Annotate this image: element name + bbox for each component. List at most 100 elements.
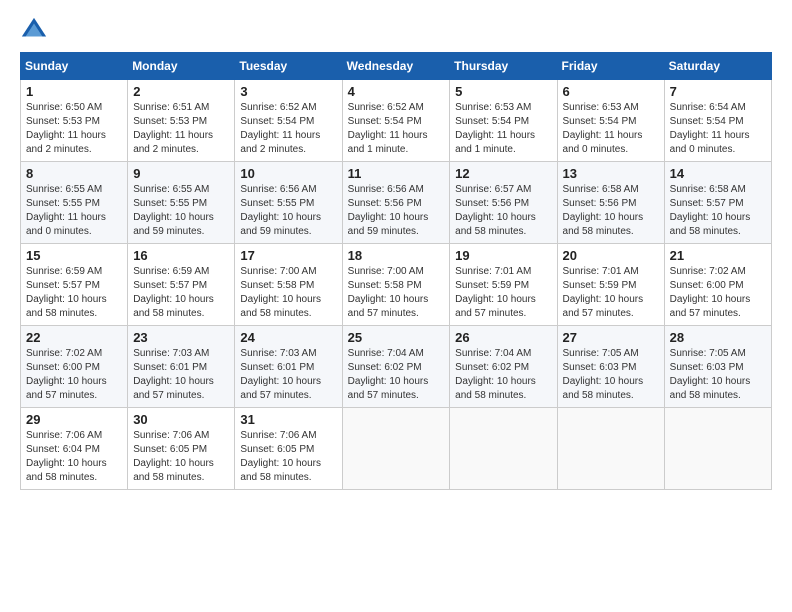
- calendar-day-cell: 31 Sunrise: 7:06 AM Sunset: 6:05 PM Dayli…: [235, 408, 342, 490]
- calendar-day-cell: 12 Sunrise: 6:57 AM Sunset: 5:56 PM Dayli…: [450, 162, 557, 244]
- day-number: 26: [455, 330, 551, 345]
- day-info: Sunrise: 6:58 AM Sunset: 5:57 PM Dayligh…: [670, 183, 766, 239]
- calendar-day-cell: 26Sunrise: 7:04 AM Sunset: 6:02 PM Dayli…: [450, 326, 557, 408]
- day-info: Sunrise: 7:01 AM Sunset: 5:59 PM Dayligh…: [455, 265, 551, 321]
- day-info: Sunrise: 7:06 AM Sunset: 6:05 PM Dayligh…: [133, 429, 229, 485]
- calendar-day-cell: 25 Sunrise: 7:04 AM Sunset: 6:02 PM Dayli…: [342, 326, 450, 408]
- day-info: Sunrise: 7:06 AM Sunset: 6:04 PM Dayligh…: [26, 429, 122, 485]
- day-number: 13: [563, 166, 659, 181]
- day-info: Sunrise: 7:05 AM Sunset: 6:03 PM Dayligh…: [670, 347, 766, 403]
- calendar-day-cell: 15 Sunrise: 6:59 AM Sunset: 5:57 PM Dayli…: [21, 244, 128, 326]
- calendar-day-cell: 2Sunrise: 6:51 AM Sunset: 5:53 PM Daylig…: [128, 80, 235, 162]
- calendar-day-cell: [450, 408, 557, 490]
- day-number: 5: [455, 84, 551, 99]
- calendar-day-cell: 8 Sunrise: 6:55 AM Sunset: 5:55 PM Daylig…: [21, 162, 128, 244]
- day-info: Sunrise: 6:53 AM Sunset: 5:54 PM Dayligh…: [455, 101, 551, 157]
- calendar-day-cell: 30 Sunrise: 7:06 AM Sunset: 6:05 PM Dayli…: [128, 408, 235, 490]
- day-info: Sunrise: 6:51 AM Sunset: 5:53 PM Dayligh…: [133, 101, 229, 157]
- day-info: Sunrise: 7:02 AM Sunset: 6:00 PM Dayligh…: [26, 347, 122, 403]
- day-number: 19: [455, 248, 551, 263]
- day-number: 14: [670, 166, 766, 181]
- day-number: 15: [26, 248, 122, 263]
- day-number: 12: [455, 166, 551, 181]
- day-info: Sunrise: 6:54 AM Sunset: 5:54 PM Dayligh…: [670, 101, 766, 157]
- calendar-day-cell: 13 Sunrise: 6:58 AM Sunset: 5:56 PM Dayli…: [557, 162, 664, 244]
- calendar-header-row: SundayMondayTuesdayWednesdayThursdayFrid…: [21, 53, 772, 80]
- day-number: 29: [26, 412, 122, 427]
- calendar-table: SundayMondayTuesdayWednesdayThursdayFrid…: [20, 52, 772, 490]
- calendar-day-cell: [557, 408, 664, 490]
- day-number: 17: [240, 248, 336, 263]
- calendar-day-cell: 1 Sunrise: 6:50 AM Sunset: 5:53 PM Daylig…: [21, 80, 128, 162]
- calendar-day-cell: 16Sunrise: 6:59 AM Sunset: 5:57 PM Dayli…: [128, 244, 235, 326]
- day-info: Sunrise: 6:50 AM Sunset: 5:53 PM Dayligh…: [26, 101, 122, 157]
- day-info: Sunrise: 7:05 AM Sunset: 6:03 PM Dayligh…: [563, 347, 659, 403]
- day-info: Sunrise: 7:00 AM Sunset: 5:58 PM Dayligh…: [240, 265, 336, 321]
- day-number: 22: [26, 330, 122, 345]
- day-number: 31: [240, 412, 336, 427]
- day-info: Sunrise: 6:55 AM Sunset: 5:55 PM Dayligh…: [133, 183, 229, 239]
- calendar-day-cell: 23 Sunrise: 7:03 AM Sunset: 6:01 PM Dayli…: [128, 326, 235, 408]
- day-info: Sunrise: 6:56 AM Sunset: 5:56 PM Dayligh…: [348, 183, 445, 239]
- day-info: Sunrise: 6:58 AM Sunset: 5:56 PM Dayligh…: [563, 183, 659, 239]
- day-info: Sunrise: 6:57 AM Sunset: 5:56 PM Dayligh…: [455, 183, 551, 239]
- day-number: 3: [240, 84, 336, 99]
- calendar-day-cell: 19 Sunrise: 7:01 AM Sunset: 5:59 PM Dayli…: [450, 244, 557, 326]
- calendar-day-cell: 17 Sunrise: 7:00 AM Sunset: 5:58 PM Dayli…: [235, 244, 342, 326]
- day-number: 1: [26, 84, 122, 99]
- day-number: 21: [670, 248, 766, 263]
- day-number: 9: [133, 166, 229, 181]
- calendar-week-row: 1 Sunrise: 6:50 AM Sunset: 5:53 PM Daylig…: [21, 80, 772, 162]
- day-number: 4: [348, 84, 445, 99]
- day-info: Sunrise: 6:53 AM Sunset: 5:54 PM Dayligh…: [563, 101, 659, 157]
- day-number: 30: [133, 412, 229, 427]
- day-number: 24: [240, 330, 336, 345]
- calendar-day-cell: 7 Sunrise: 6:54 AM Sunset: 5:54 PM Daylig…: [664, 80, 771, 162]
- calendar-day-cell: 4 Sunrise: 6:52 AM Sunset: 5:54 PM Daylig…: [342, 80, 450, 162]
- day-of-week-header: Friday: [557, 53, 664, 80]
- day-info: Sunrise: 7:00 AM Sunset: 5:58 PM Dayligh…: [348, 265, 445, 321]
- page-header: [20, 16, 772, 44]
- logo-icon: [20, 16, 48, 44]
- calendar-week-row: 22 Sunrise: 7:02 AM Sunset: 6:00 PM Dayli…: [21, 326, 772, 408]
- day-of-week-header: Monday: [128, 53, 235, 80]
- day-of-week-header: Sunday: [21, 53, 128, 80]
- day-number: 10: [240, 166, 336, 181]
- day-number: 11: [348, 166, 445, 181]
- calendar-week-row: 29 Sunrise: 7:06 AM Sunset: 6:04 PM Dayli…: [21, 408, 772, 490]
- day-number: 28: [670, 330, 766, 345]
- calendar-day-cell: 5 Sunrise: 6:53 AM Sunset: 5:54 PM Daylig…: [450, 80, 557, 162]
- calendar-day-cell: 18 Sunrise: 7:00 AM Sunset: 5:58 PM Dayli…: [342, 244, 450, 326]
- calendar-day-cell: 21 Sunrise: 7:02 AM Sunset: 6:00 PM Dayli…: [664, 244, 771, 326]
- calendar-day-cell: 10 Sunrise: 6:56 AM Sunset: 5:55 PM Dayli…: [235, 162, 342, 244]
- calendar-day-cell: 29 Sunrise: 7:06 AM Sunset: 6:04 PM Dayli…: [21, 408, 128, 490]
- day-info: Sunrise: 7:03 AM Sunset: 6:01 PM Dayligh…: [240, 347, 336, 403]
- day-of-week-header: Tuesday: [235, 53, 342, 80]
- day-info: Sunrise: 6:55 AM Sunset: 5:55 PM Dayligh…: [26, 183, 122, 239]
- calendar-day-cell: 20Sunrise: 7:01 AM Sunset: 5:59 PM Dayli…: [557, 244, 664, 326]
- day-info: Sunrise: 7:02 AM Sunset: 6:00 PM Dayligh…: [670, 265, 766, 321]
- day-info: Sunrise: 6:59 AM Sunset: 5:57 PM Dayligh…: [26, 265, 122, 321]
- day-info: Sunrise: 7:06 AM Sunset: 6:05 PM Dayligh…: [240, 429, 336, 485]
- day-info: Sunrise: 7:03 AM Sunset: 6:01 PM Dayligh…: [133, 347, 229, 403]
- day-number: 8: [26, 166, 122, 181]
- day-number: 16: [133, 248, 229, 263]
- day-of-week-header: Thursday: [450, 53, 557, 80]
- day-info: Sunrise: 6:52 AM Sunset: 5:54 PM Dayligh…: [348, 101, 445, 157]
- day-info: Sunrise: 6:56 AM Sunset: 5:55 PM Dayligh…: [240, 183, 336, 239]
- day-number: 25: [348, 330, 445, 345]
- day-info: Sunrise: 6:52 AM Sunset: 5:54 PM Dayligh…: [240, 101, 336, 157]
- calendar-day-cell: 9 Sunrise: 6:55 AM Sunset: 5:55 PM Daylig…: [128, 162, 235, 244]
- day-number: 18: [348, 248, 445, 263]
- calendar-day-cell: 3 Sunrise: 6:52 AM Sunset: 5:54 PM Daylig…: [235, 80, 342, 162]
- day-of-week-header: Saturday: [664, 53, 771, 80]
- day-info: Sunrise: 7:04 AM Sunset: 6:02 PM Dayligh…: [348, 347, 445, 403]
- calendar-day-cell: 14 Sunrise: 6:58 AM Sunset: 5:57 PM Dayli…: [664, 162, 771, 244]
- calendar-day-cell: 28 Sunrise: 7:05 AM Sunset: 6:03 PM Dayli…: [664, 326, 771, 408]
- day-number: 6: [563, 84, 659, 99]
- calendar-day-cell: [664, 408, 771, 490]
- day-number: 7: [670, 84, 766, 99]
- calendar-week-row: 8 Sunrise: 6:55 AM Sunset: 5:55 PM Daylig…: [21, 162, 772, 244]
- day-number: 23: [133, 330, 229, 345]
- calendar-day-cell: 27Sunrise: 7:05 AM Sunset: 6:03 PM Dayli…: [557, 326, 664, 408]
